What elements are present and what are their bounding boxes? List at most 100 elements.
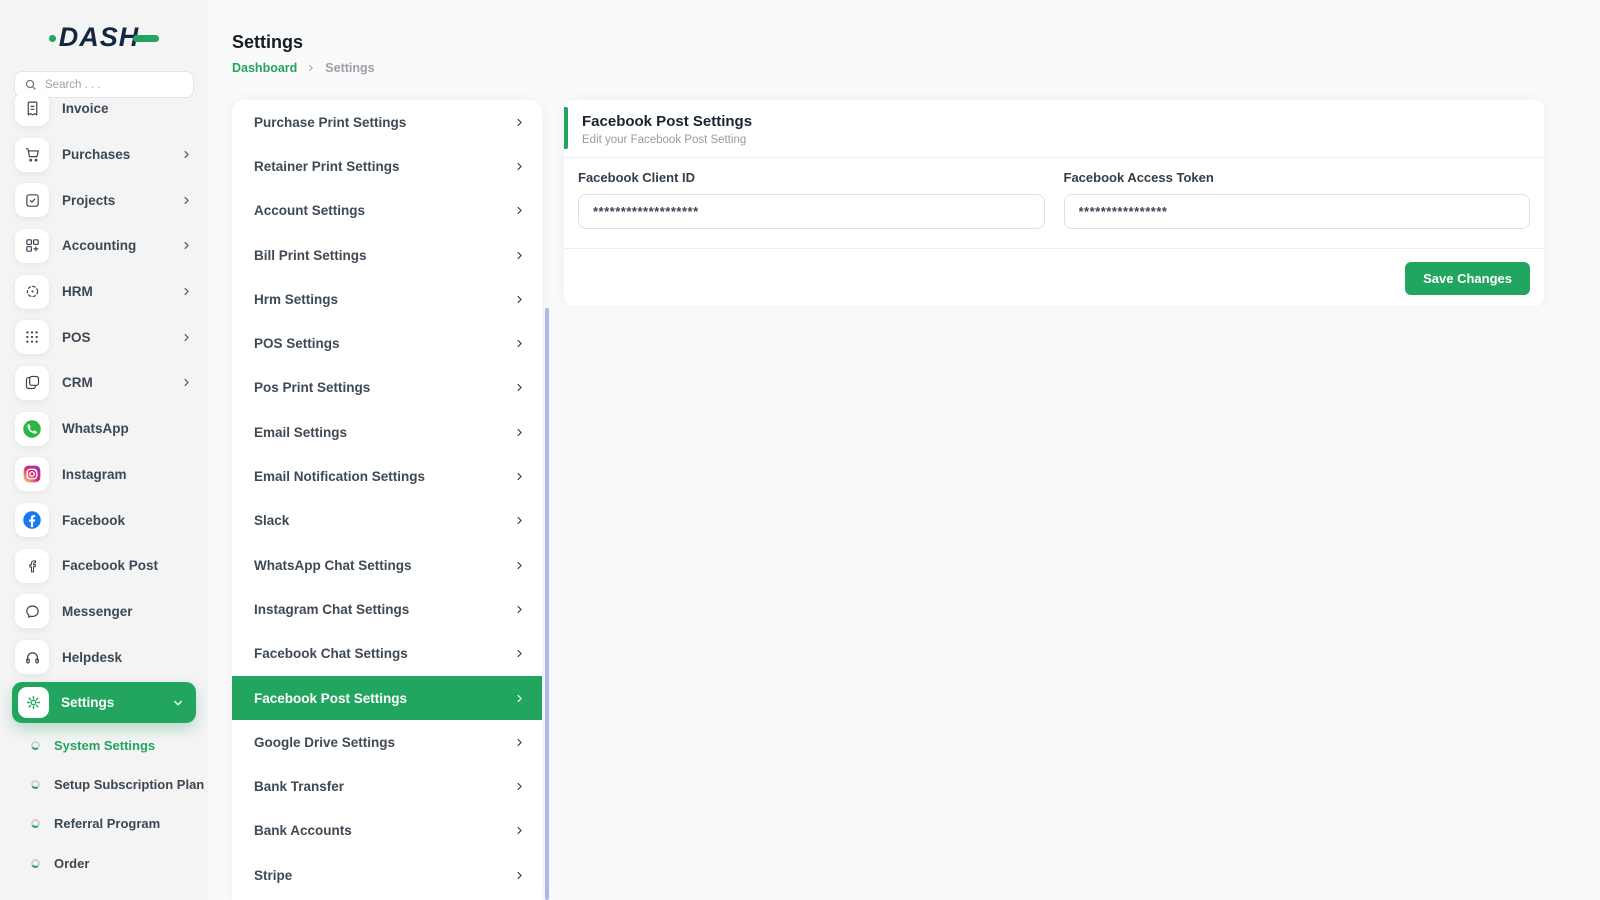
facebook-post-icon	[15, 549, 49, 583]
chevron-right-icon	[514, 294, 525, 305]
client-id-label: Facebook Client ID	[578, 170, 1045, 185]
menu-item-hrm-settings[interactable]: Hrm Settings	[232, 277, 542, 321]
panel-body: Facebook Client ID Facebook Access Token	[564, 158, 1544, 249]
helpdesk-icon	[15, 640, 49, 674]
menu-item-purchase-print-settings[interactable]: Purchase Print Settings	[232, 100, 542, 144]
menu-item-bill-print-settings[interactable]: Bill Print Settings	[232, 233, 542, 277]
sidebar-subitem-system-settings[interactable]: System Settings	[0, 726, 208, 765]
crm-icon	[15, 366, 49, 400]
menu-item-stripe[interactable]: Stripe	[232, 853, 542, 897]
sidebar: DASH InvoicePurchasesProjectsAccountingH…	[0, 0, 208, 900]
menu-item-facebook-chat-settings[interactable]: Facebook Chat Settings	[232, 632, 542, 676]
sidebar-item-crm[interactable]: CRM	[0, 360, 208, 406]
page-header: Settings Dashboard Settings	[232, 32, 375, 75]
sidebar-item-accounting[interactable]: Accounting	[0, 223, 208, 269]
menu-item-bank-transfer[interactable]: Bank Transfer	[232, 764, 542, 808]
panel-title: Facebook Post Settings	[582, 113, 1528, 130]
sidebar-subitem-order[interactable]: Order	[0, 844, 208, 883]
chevron-right-icon	[514, 604, 525, 615]
sidebar-item-purchases[interactable]: Purchases	[0, 132, 208, 178]
menu-item-google-drive-settings[interactable]: Google Drive Settings	[232, 720, 542, 764]
menu-item-facebook-post-settings[interactable]: Facebook Post Settings	[232, 676, 542, 720]
app-logo: DASH	[0, 20, 208, 54]
sidebar-item-projects[interactable]: Projects	[0, 177, 208, 223]
chevron-right-icon	[514, 781, 525, 792]
chevron-right-icon	[514, 693, 525, 704]
settings-menu-scrollbar[interactable]	[545, 308, 549, 900]
chevron-right-icon	[514, 427, 525, 438]
menu-item-bank-accounts[interactable]: Bank Accounts	[232, 809, 542, 853]
pos-icon	[15, 320, 49, 354]
chevron-right-icon	[514, 737, 525, 748]
chevron-right-icon	[514, 870, 525, 881]
client-id-input[interactable]	[578, 194, 1045, 229]
sidebar-item-pos[interactable]: POS	[0, 314, 208, 360]
chevron-right-icon	[514, 117, 525, 128]
bullet-icon	[31, 741, 40, 750]
menu-item-email-notification-settings[interactable]: Email Notification Settings	[232, 454, 542, 498]
chevron-right-icon	[514, 382, 525, 393]
chevron-right-icon	[181, 377, 192, 388]
logo-text: DASH	[59, 22, 140, 53]
bullet-icon	[31, 780, 40, 789]
chevron-right-icon	[514, 648, 525, 659]
sidebar-item-hrm[interactable]: HRM	[0, 269, 208, 315]
access-token-field: Facebook Access Token	[1064, 170, 1531, 229]
panel-header: Facebook Post Settings Edit your Faceboo…	[564, 100, 1544, 158]
breadcrumb-chevron-icon	[306, 63, 316, 73]
chevron-right-icon	[514, 471, 525, 482]
bullet-icon	[31, 859, 40, 868]
chevron-right-icon	[514, 161, 525, 172]
page-title: Settings	[232, 32, 375, 53]
whatsapp-icon	[15, 412, 49, 446]
client-id-field: Facebook Client ID	[578, 170, 1045, 229]
menu-item-retainer-print-settings[interactable]: Retainer Print Settings	[232, 144, 542, 188]
menu-item-pos-print-settings[interactable]: Pos Print Settings	[232, 366, 542, 410]
breadcrumb: Dashboard Settings	[232, 61, 375, 75]
breadcrumb-current: Settings	[325, 61, 374, 75]
menu-item-pos-settings[interactable]: POS Settings	[232, 321, 542, 365]
chevron-right-icon	[514, 338, 525, 349]
sidebar-nav: InvoicePurchasesProjectsAccountingHRMPOS…	[0, 86, 208, 883]
sidebar-item-whatsapp[interactable]: WhatsApp	[0, 406, 208, 452]
settings-menu: Purchase Print SettingsRetainer Print Se…	[232, 100, 542, 900]
chevron-right-icon	[514, 250, 525, 261]
facebook-icon	[15, 503, 49, 537]
chevron-right-icon	[514, 205, 525, 216]
projects-icon	[15, 183, 49, 217]
menu-item-instagram-chat-settings[interactable]: Instagram Chat Settings	[232, 587, 542, 631]
logo-dash-icon	[133, 35, 159, 42]
chevron-right-icon	[514, 515, 525, 526]
hrm-icon	[15, 275, 49, 309]
save-changes-button[interactable]: Save Changes	[1405, 262, 1530, 295]
chevron-right-icon	[181, 149, 192, 160]
sidebar-item-facebook-post[interactable]: Facebook Post	[0, 543, 208, 589]
sidebar-item-invoice[interactable]: Invoice	[0, 86, 208, 132]
bullet-icon	[31, 819, 40, 828]
accounting-icon	[15, 229, 49, 263]
chevron-down-icon	[172, 697, 184, 709]
chevron-right-icon	[181, 240, 192, 251]
sidebar-item-messenger[interactable]: Messenger	[0, 589, 208, 635]
chevron-right-icon	[514, 825, 525, 836]
menu-item-slack[interactable]: Slack	[232, 499, 542, 543]
sidebar-subitem-setup-subscription-plan[interactable]: Setup Subscription Plan	[0, 765, 208, 804]
facebook-post-settings-panel: Facebook Post Settings Edit your Faceboo…	[564, 100, 1544, 306]
sidebar-subitem-referral-program[interactable]: Referral Program	[0, 804, 208, 843]
invoice-icon	[15, 92, 49, 126]
chevron-right-icon	[181, 195, 192, 206]
access-token-input[interactable]	[1064, 194, 1531, 229]
breadcrumb-dashboard-link[interactable]: Dashboard	[232, 61, 297, 75]
menu-item-whatsapp-chat-settings[interactable]: WhatsApp Chat Settings	[232, 543, 542, 587]
sidebar-item-facebook[interactable]: Facebook	[0, 497, 208, 543]
panel-footer: Save Changes	[564, 249, 1544, 308]
sidebar-item-helpdesk[interactable]: Helpdesk	[0, 634, 208, 680]
menu-item-account-settings[interactable]: Account Settings	[232, 189, 542, 233]
messenger-icon	[15, 594, 49, 628]
purchases-icon	[15, 138, 49, 172]
menu-item-email-settings[interactable]: Email Settings	[232, 410, 542, 454]
sidebar-item-instagram[interactable]: Instagram	[0, 452, 208, 498]
sidebar-item-settings[interactable]: Settings	[0, 680, 208, 726]
gear-icon	[18, 687, 49, 718]
chevron-right-icon	[514, 560, 525, 571]
